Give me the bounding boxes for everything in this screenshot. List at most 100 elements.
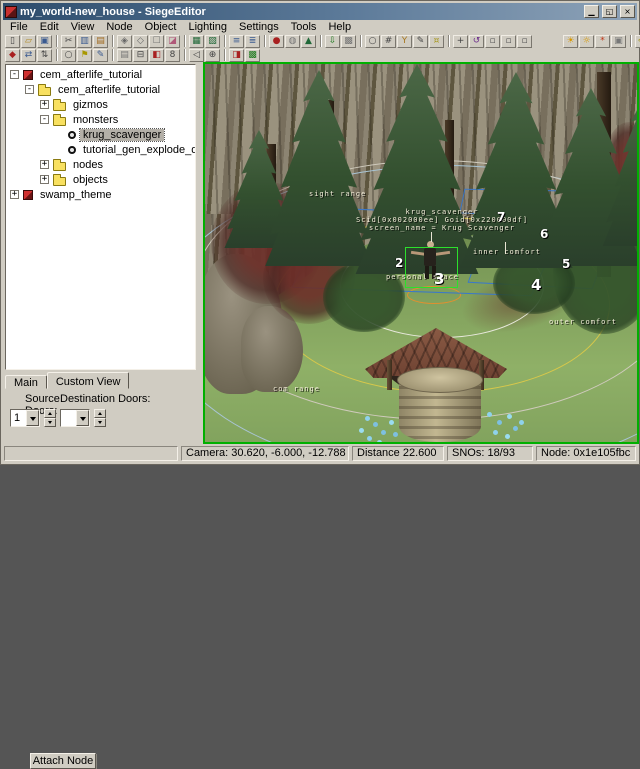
rotate-tool-icon[interactable]: ↺ (469, 35, 484, 48)
menu-item-object[interactable]: Object (139, 20, 183, 34)
spin-up-button[interactable] (94, 409, 106, 418)
point-light-icon[interactable]: * (595, 35, 610, 48)
toolbar-separator (320, 35, 322, 47)
sight-range-label: sight range (309, 190, 366, 198)
menubar: FileEditViewNodeObjectLightingSettingsTo… (3, 20, 637, 34)
marquee-select-icon[interactable]: ☐ (149, 35, 164, 48)
selection-box (405, 247, 458, 288)
vehicle-tool-icon[interactable]: ⊟ (133, 49, 148, 62)
dropdown-arrow-icon[interactable] (76, 410, 89, 426)
menu-item-file[interactable]: File (4, 20, 34, 34)
pencil-icon[interactable]: ✎ (413, 35, 428, 48)
menu-item-settings[interactable]: Settings (233, 20, 285, 34)
viewport[interactable]: sight range krug_scavenger Scid[0x002000… (203, 62, 639, 444)
menu-item-node[interactable]: Node (100, 20, 138, 34)
ambient-light-icon[interactable]: ☼ (579, 35, 594, 48)
board-icon[interactable]: ▩ (341, 35, 356, 48)
toolbar-separator (448, 35, 450, 47)
handles-a-icon[interactable]: ◈ (117, 35, 132, 48)
handles-b-icon[interactable]: ◇ (133, 35, 148, 48)
grid-window-a-icon[interactable]: ▦ (189, 35, 204, 48)
eraser-icon[interactable]: ◪ (165, 35, 180, 48)
tree-item[interactable]: -cem_afterlife_tutorial (6, 82, 195, 97)
grid-window-b-icon[interactable]: ▧ (205, 35, 220, 48)
tree-item[interactable]: +objects (6, 172, 195, 187)
spin-up-button[interactable] (44, 409, 56, 418)
tab-custom-view[interactable]: Custom View (47, 372, 130, 389)
fill-bucket-icon[interactable]: ◍ (285, 35, 300, 48)
folder-icon (53, 177, 66, 186)
new-file-icon[interactable]: ▯ (5, 35, 20, 48)
tree-item[interactable]: +gizmos (6, 97, 195, 112)
tree-view[interactable]: -cem_afterlife_tutorial-cem_afterlife_tu… (5, 64, 196, 370)
cubes-tool-icon[interactable]: ◧ (149, 49, 164, 62)
move-tool-icon[interactable]: + (453, 35, 468, 48)
lamp-icon[interactable]: ▣ (611, 35, 626, 48)
spin-down-button[interactable] (94, 418, 106, 427)
expander-icon[interactable]: + (10, 190, 19, 199)
tree-item[interactable]: krug_scavenger (6, 127, 195, 142)
frame-b-icon[interactable]: ▫ (501, 35, 516, 48)
copy-node-icon[interactable]: ≡ (229, 35, 244, 48)
expander-icon[interactable]: + (40, 100, 49, 109)
destination-doors-select[interactable] (60, 409, 90, 427)
link-a-icon[interactable]: ⊶ (635, 35, 640, 48)
import-export-icon[interactable]: ⇄ (21, 49, 36, 62)
lasso-icon[interactable]: ○ (365, 35, 380, 48)
menu-item-edit[interactable]: Edit (34, 20, 65, 34)
clipboard-tool-icon[interactable]: ▤ (117, 49, 132, 62)
toolbar-separator (112, 35, 114, 47)
scene: sight range krug_scavenger Scid[0x002000… (205, 64, 637, 442)
node-doc-icon[interactable]: ◆ (5, 49, 20, 62)
snap-grid-icon[interactable]: # (381, 35, 396, 48)
brush-tool-icon[interactable]: ✎ (93, 49, 108, 62)
expander-icon[interactable]: - (10, 70, 19, 79)
menu-item-lighting[interactable]: Lighting (182, 20, 233, 34)
minimize-button[interactable]: ▁ (584, 5, 599, 18)
tree-item[interactable]: -cem_afterlife_tutorial (6, 67, 195, 82)
anchor-tool-icon[interactable]: ⊕ (205, 49, 220, 62)
circle-tool-icon[interactable]: ○ (61, 49, 76, 62)
cursor-tool-icon[interactable]: ◁ (189, 49, 204, 62)
paste-icon[interactable]: ▤ (93, 35, 108, 48)
menu-item-view[interactable]: View (65, 20, 101, 34)
key-tool-icon[interactable]: 8 (165, 49, 180, 62)
menu-item-tools[interactable]: Tools (285, 20, 323, 34)
object-set-icon[interactable]: ◨ (229, 49, 244, 62)
tree-item[interactable]: -monsters (6, 112, 195, 127)
flag-tool-icon[interactable]: ⚑ (77, 49, 92, 62)
sphere-icon[interactable]: ● (269, 35, 284, 48)
object-icon (68, 131, 76, 139)
tree-item[interactable]: +swamp_theme (6, 187, 195, 202)
cut-icon[interactable]: ✂ (61, 35, 76, 48)
terrain-icon[interactable]: ▲ (301, 35, 316, 48)
tree-item[interactable]: +nodes (6, 157, 195, 172)
restore-button[interactable]: ◱ (602, 5, 617, 18)
save-file-icon[interactable]: ▣ (37, 35, 52, 48)
sort-icon[interactable]: ⇅ (37, 49, 52, 62)
expander-icon[interactable]: - (40, 115, 49, 124)
tree-item-label: tutorial_gen_explode_door-krug_grunt (80, 144, 196, 156)
expander-icon[interactable]: - (25, 85, 34, 94)
copy-icon[interactable]: ▥ (77, 35, 92, 48)
frame-c-icon[interactable]: ▫ (517, 35, 532, 48)
green-box-icon[interactable]: ▩ (245, 49, 260, 62)
tree-item[interactable]: tutorial_gen_explode_door-krug_grunt (6, 142, 195, 157)
expander-icon[interactable]: + (40, 175, 49, 184)
frame-a-icon[interactable]: ▫ (485, 35, 500, 48)
open-file-icon[interactable]: ▱ (21, 35, 36, 48)
menu-item-help[interactable]: Help (322, 20, 357, 34)
close-button[interactable]: × (620, 5, 635, 18)
drop-to-ground-icon[interactable]: ⇩ (325, 35, 340, 48)
probe-icon[interactable]: ¤ (429, 35, 444, 48)
spin-down-button[interactable] (44, 418, 56, 427)
tab-main[interactable]: Main (5, 375, 47, 389)
flask-icon[interactable]: Y (397, 35, 412, 48)
expander-icon[interactable]: + (40, 160, 49, 169)
toolbar-separator (360, 35, 362, 47)
paste-node-icon[interactable]: ≣ (245, 35, 260, 48)
attach-node-button[interactable]: Attach Node (30, 753, 96, 769)
source-doors-select[interactable]: 1 (10, 409, 40, 427)
sun-light-icon[interactable]: ☀ (563, 35, 578, 48)
dropdown-arrow-icon[interactable] (26, 410, 39, 426)
